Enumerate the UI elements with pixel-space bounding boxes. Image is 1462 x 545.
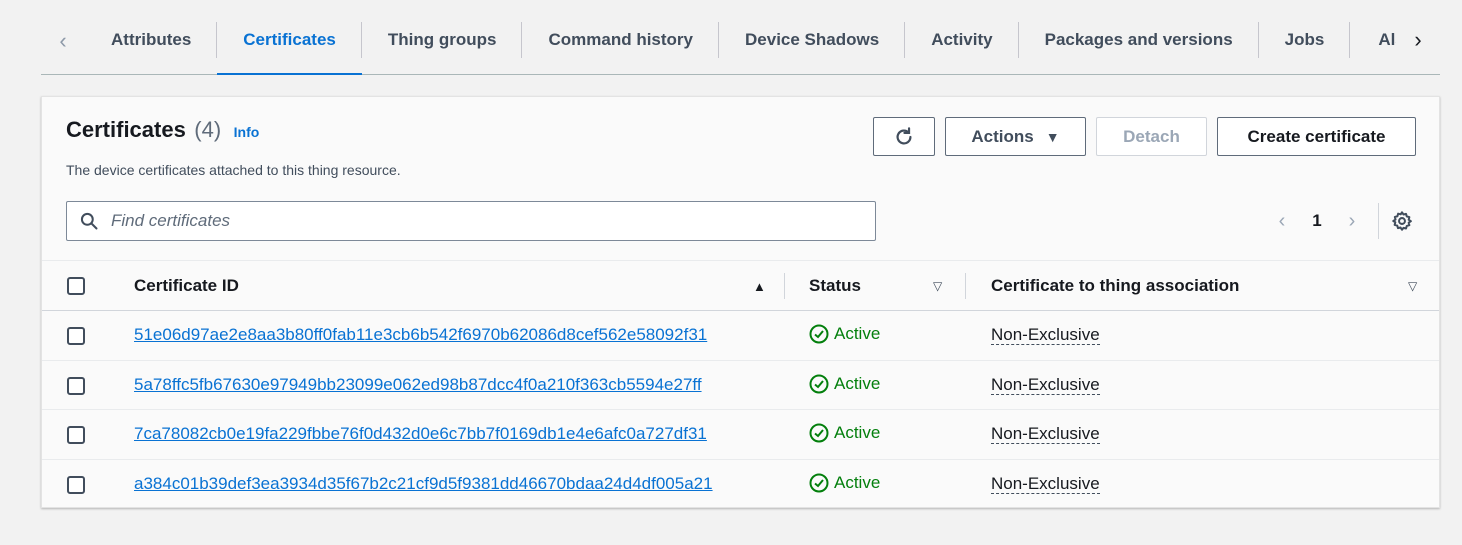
create-certificate-label: Create certificate xyxy=(1247,126,1386,146)
status-indicator: Active xyxy=(809,473,880,493)
row-checkbox[interactable] xyxy=(67,475,85,494)
refresh-button[interactable] xyxy=(873,117,935,156)
status-indicator: Active xyxy=(809,423,880,443)
column-header-association[interactable]: Certificate to thing association xyxy=(991,261,1239,311)
certificate-id-link[interactable]: 5a78ffc5fb67630e97949bb23099e062ed98b87d… xyxy=(134,375,702,395)
caret-down-icon: ▼ xyxy=(1045,128,1060,145)
panel-description: The device certificates attached to this… xyxy=(66,162,401,178)
tab-label: Certificates xyxy=(243,30,336,49)
select-all-checkbox[interactable] xyxy=(67,277,85,295)
create-certificate-button[interactable]: Create certificate xyxy=(1217,117,1416,156)
sort-ascending-icon[interactable]: ▲ xyxy=(753,279,766,294)
column-header-status[interactable]: Status xyxy=(809,261,861,311)
table-header: Certificate ID ▲ Status ▽ Certificate to… xyxy=(42,261,1439,311)
tab-label: Jobs xyxy=(1284,30,1325,49)
search-field[interactable] xyxy=(66,201,876,241)
panel-count: (4) xyxy=(194,117,222,142)
status-indicator: Active xyxy=(809,374,880,394)
page-number[interactable]: 1 xyxy=(1294,211,1340,231)
tab-jobs[interactable]: Jobs xyxy=(1259,8,1351,72)
check-circle-icon xyxy=(809,473,829,492)
tab-activity[interactable]: Activity xyxy=(905,8,1020,72)
row-checkbox[interactable] xyxy=(67,376,85,395)
panel-header: Certificates (4) Info xyxy=(66,117,259,143)
info-link[interactable]: Info xyxy=(234,124,260,140)
sort-icon[interactable]: ▽ xyxy=(1408,279,1417,293)
status-text: Active xyxy=(834,324,881,343)
check-circle-icon xyxy=(809,324,829,344)
chevron-left-icon[interactable]: ‹ xyxy=(41,8,85,74)
panel-title: Certificates xyxy=(66,117,186,142)
actions-dropdown-button[interactable]: Actions ▼ xyxy=(945,117,1086,156)
certificates-table: Certificate ID ▲ Status ▽ Certificate to… xyxy=(42,260,1439,509)
check-circle-icon xyxy=(809,374,829,393)
divider xyxy=(1378,203,1379,239)
association-value[interactable]: Non-Exclusive xyxy=(991,325,1100,345)
certificate-id-link[interactable]: 7ca78082cb0e19fa229fbbe76f0d432d0e6c7bb7… xyxy=(134,424,707,444)
check-circle-icon xyxy=(809,423,829,443)
tab-label: Command history xyxy=(548,30,694,49)
tab-thing-groups[interactable]: Thing groups xyxy=(362,8,523,72)
column-divider xyxy=(784,273,785,299)
association-value[interactable]: Non-Exclusive xyxy=(991,424,1100,444)
table-row: 51e06d97ae2e8aa3b80ff0fab11e3cb6b542f697… xyxy=(42,311,1439,361)
table-row: a384c01b39def3ea3934d35f67b2c21cf9d5f938… xyxy=(42,460,1439,510)
tab-command-history[interactable]: Command history xyxy=(522,8,719,72)
pagination: ‹ 1 › xyxy=(1270,207,1364,235)
status-text: Active xyxy=(834,373,881,393)
tab-certificates[interactable]: Certificates xyxy=(217,8,362,75)
row-checkbox[interactable] xyxy=(67,426,85,444)
association-value[interactable]: Non-Exclusive xyxy=(991,375,1100,395)
tab-label: Packages and versions xyxy=(1044,30,1233,49)
tab-attributes[interactable]: Attributes xyxy=(85,8,218,72)
column-header-certificate-id[interactable]: Certificate ID xyxy=(134,261,239,311)
settings-button[interactable] xyxy=(1388,207,1416,235)
tab-label: Device Shadows xyxy=(745,30,880,49)
detach-label: Detach xyxy=(1123,126,1180,146)
active-tab-indicator xyxy=(217,73,362,75)
tab-label: Attributes xyxy=(111,30,192,49)
search-icon xyxy=(80,212,98,230)
table-row: 7ca78082cb0e19fa229fbbe76f0d432d0e6c7bb7… xyxy=(42,410,1439,460)
row-checkbox[interactable] xyxy=(67,327,85,345)
table-row: 5a78ffc5fb67630e97949bb23099e062ed98b87d… xyxy=(42,361,1439,410)
association-value[interactable]: Non-Exclusive xyxy=(991,474,1100,494)
certificate-id-link[interactable]: 51e06d97ae2e8aa3b80ff0fab11e3cb6b542f697… xyxy=(134,325,707,345)
search-input[interactable] xyxy=(109,210,849,232)
gear-icon xyxy=(1392,211,1412,231)
chevron-right-icon[interactable]: › xyxy=(1340,210,1364,233)
chevron-left-icon[interactable]: ‹ xyxy=(1270,210,1294,233)
column-divider xyxy=(965,273,966,299)
status-indicator: Active xyxy=(809,324,880,344)
sort-icon[interactable]: ▽ xyxy=(933,279,942,293)
tab-label: Activity xyxy=(931,30,993,49)
actions-label: Actions xyxy=(971,126,1034,146)
certificates-panel: Certificates (4) Info The device certifi… xyxy=(41,96,1440,508)
refresh-icon xyxy=(896,126,912,145)
tab-packages-and-versions[interactable]: Packages and versions xyxy=(1019,8,1259,72)
certificate-id-link[interactable]: a384c01b39def3ea3934d35f67b2c21cf9d5f938… xyxy=(134,474,713,494)
tab-device-shadows[interactable]: Device Shadows xyxy=(719,8,906,72)
tab-label: Thing groups xyxy=(387,30,497,49)
chevron-right-icon[interactable]: › xyxy=(1396,8,1440,72)
status-text: Active xyxy=(834,472,881,492)
status-text: Active xyxy=(834,423,881,442)
tab-bar: ‹ Attributes Certificates Thing groups C… xyxy=(41,8,1440,75)
detach-button[interactable]: Detach xyxy=(1096,117,1207,156)
